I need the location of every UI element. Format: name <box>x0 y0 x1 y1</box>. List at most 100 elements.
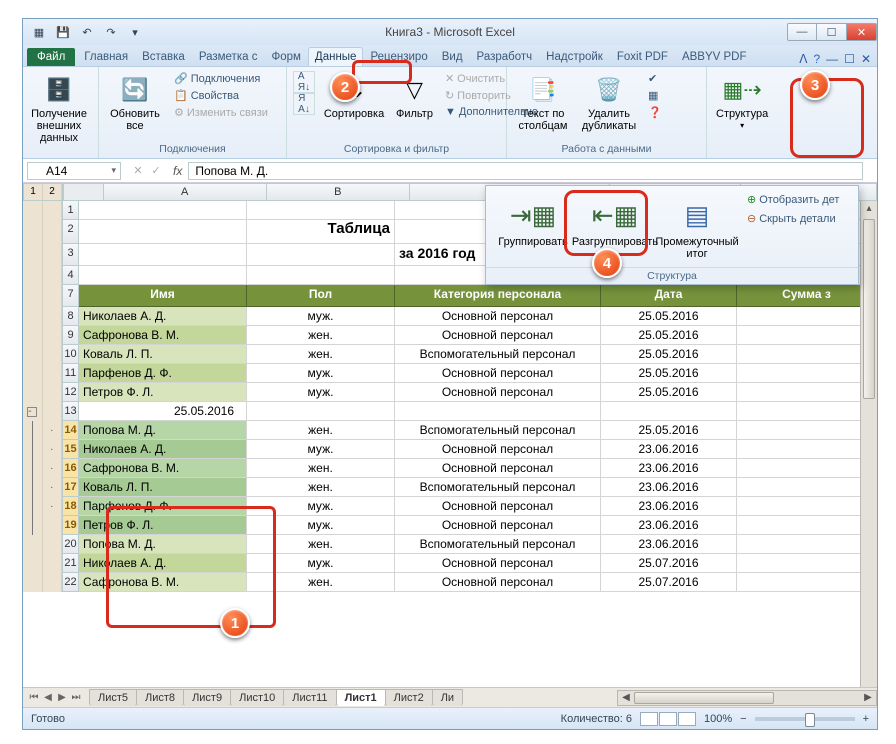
help-icon[interactable]: ? <box>813 52 820 66</box>
cell[interactable]: муж. <box>247 364 395 383</box>
cell[interactable]: Основной персонал <box>395 326 601 345</box>
cell[interactable]: жен. <box>247 478 395 497</box>
whatif-button[interactable]: ❓ <box>645 105 665 120</box>
outline-gutter[interactable] <box>23 307 63 326</box>
outline-gutter[interactable]: · <box>23 459 63 478</box>
row-header-9[interactable]: 9 <box>63 326 79 345</box>
row-header-12[interactable]: 12 <box>63 383 79 402</box>
outline-gutter[interactable] <box>23 383 63 402</box>
cell[interactable] <box>737 402 877 421</box>
row-header-8[interactable]: 8 <box>63 307 79 326</box>
outline-gutter[interactable] <box>23 573 63 592</box>
sheet-tab-Ли[interactable]: Ли <box>432 689 463 706</box>
cell[interactable] <box>247 402 395 421</box>
outline-gutter[interactable] <box>23 266 63 285</box>
cancel-formula-icon[interactable]: ✕ <box>129 164 147 177</box>
outline-level-buttons[interactable]: 12 <box>23 183 63 201</box>
outline-gutter[interactable] <box>23 326 63 345</box>
connections-button[interactable]: 🔗Подключения <box>171 71 271 86</box>
ribbon-minimize-icon[interactable]: ᐱ <box>799 52 807 66</box>
cell[interactable]: Основной персонал <box>395 554 601 573</box>
tab-file[interactable]: Файл <box>27 48 75 66</box>
row-header-21[interactable]: 21 <box>63 554 79 573</box>
cell[interactable] <box>737 497 877 516</box>
tab-Вид[interactable]: Вид <box>435 47 470 66</box>
properties-button[interactable]: 📋Свойства <box>171 88 271 103</box>
data-validation-button[interactable]: ✔ <box>645 71 665 86</box>
cell[interactable]: 23.06.2016 <box>601 478 737 497</box>
row-header-19[interactable]: 19 <box>63 516 79 535</box>
header-sex[interactable]: Пол <box>247 285 395 307</box>
get-external-data-button[interactable]: 🗄️Получение внешних данных <box>29 71 89 147</box>
cell[interactable]: жен. <box>247 573 395 592</box>
sheet-tab-Лист5[interactable]: Лист5 <box>89 689 137 706</box>
cell[interactable]: Петров Ф. Л. <box>79 516 247 535</box>
cell[interactable]: жен. <box>247 326 395 345</box>
cell[interactable] <box>737 345 877 364</box>
show-detail-button[interactable]: ⊕Отобразить дет <box>744 192 842 207</box>
sheet-tab-Лист8[interactable]: Лист8 <box>136 689 184 706</box>
cell[interactable]: 23.06.2016 <box>601 459 737 478</box>
outline-gutter[interactable] <box>23 345 63 364</box>
doc-restore-icon[interactable]: ☐ <box>844 52 855 66</box>
row-header-7[interactable]: 7 <box>63 285 79 307</box>
outline-gutter[interactable]: · <box>23 497 63 516</box>
tab-Разработч[interactable]: Разработч <box>470 47 540 66</box>
cell[interactable] <box>737 364 877 383</box>
row-header-11[interactable]: 11 <box>63 364 79 383</box>
row-header-20[interactable]: 20 <box>63 535 79 554</box>
cell[interactable]: 23.06.2016 <box>601 516 737 535</box>
cell[interactable]: 23.06.2016 <box>601 535 737 554</box>
fx-icon[interactable]: fx <box>169 164 186 178</box>
outline-gutter[interactable] <box>23 554 63 573</box>
cell[interactable]: Парфенов Д. Ф. <box>79 497 247 516</box>
cell[interactable]: Николаев А. Д. <box>79 307 247 326</box>
cell[interactable]: Вспомогательный персонал <box>395 478 601 497</box>
group-button[interactable]: ⇥▦Группировать <box>494 192 572 265</box>
cell[interactable]: 23.06.2016 <box>601 497 737 516</box>
row-header-15[interactable]: 15 <box>63 440 79 459</box>
cell[interactable]: Вспомогательный персонал <box>395 535 601 554</box>
cell[interactable]: Вспомогательный персонал <box>395 421 601 440</box>
cell[interactable]: муж. <box>247 497 395 516</box>
doc-minimize-icon[interactable]: — <box>826 52 838 66</box>
horizontal-scrollbar[interactable]: ◀▶ <box>617 690 877 706</box>
cell[interactable] <box>737 573 877 592</box>
cell[interactable]: 25.05.2016 <box>601 364 737 383</box>
cell[interactable] <box>737 535 877 554</box>
consolidate-button[interactable]: ▦ <box>645 88 665 103</box>
save-icon[interactable]: 💾 <box>53 23 73 41</box>
refresh-all-button[interactable]: 🔄Обновить все <box>105 71 165 135</box>
doc-close-icon[interactable]: ✕ <box>861 52 871 66</box>
tab-Надстройк[interactable]: Надстройк <box>539 47 610 66</box>
cell[interactable]: Основной персонал <box>395 440 601 459</box>
cell[interactable]: 25.05.2016 <box>601 307 737 326</box>
outline-gutter[interactable]: · <box>23 478 63 497</box>
cell[interactable]: жен. <box>247 535 395 554</box>
col-header-B[interactable]: B <box>267 183 410 201</box>
minimize-button[interactable]: — <box>787 23 817 41</box>
sheet-nav[interactable]: ⏮◀▶⏭ <box>27 692 83 703</box>
cell[interactable]: Основной персонал <box>395 459 601 478</box>
hide-detail-button[interactable]: ⊖Скрыть детали <box>744 211 842 226</box>
sort-az-button[interactable]: АЯ↓ <box>293 71 315 93</box>
cell[interactable]: Коваль Л. П. <box>79 478 247 497</box>
cell[interactable]: Основной персонал <box>395 307 601 326</box>
outline-gutter[interactable]: · <box>23 421 63 440</box>
row-header-18[interactable]: 18 <box>63 497 79 516</box>
cell[interactable]: Сафронова В. М. <box>79 459 247 478</box>
formula-input[interactable]: Попова М. Д. <box>188 162 863 180</box>
cell[interactable]: Попова М. Д. <box>79 535 247 554</box>
cell[interactable] <box>737 307 877 326</box>
maximize-button[interactable]: ☐ <box>817 23 847 41</box>
sheet-tab-Лист11[interactable]: Лист11 <box>283 689 336 706</box>
cell[interactable]: Коваль Л. П. <box>79 345 247 364</box>
select-all-corner[interactable] <box>63 183 104 201</box>
cell[interactable]: Основной персонал <box>395 383 601 402</box>
cell[interactable]: Николаев А. Д. <box>79 554 247 573</box>
cell[interactable] <box>737 440 877 459</box>
row-header-17[interactable]: 17 <box>63 478 79 497</box>
col-header-A[interactable]: A <box>104 183 267 201</box>
cell[interactable]: Вспомогательный персонал <box>395 345 601 364</box>
cell[interactable]: муж. <box>247 307 395 326</box>
